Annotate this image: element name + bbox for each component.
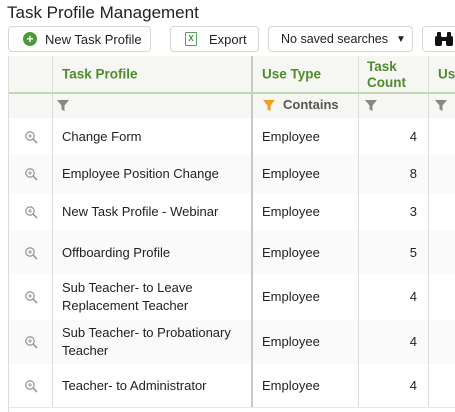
column-header-use-type[interactable]: Use Type (253, 56, 359, 92)
cell-use (429, 155, 455, 193)
filter-use-type-operator: Contains (283, 97, 339, 112)
cell-task-profile: Sub Teacher- to Probationary Teacher (53, 320, 253, 364)
column-header-use[interactable]: Use (429, 56, 455, 92)
view-cell[interactable] (9, 320, 53, 364)
toolbar: + New Task Profile X Export No saved sea… (0, 25, 455, 56)
zoom-icon[interactable] (24, 167, 38, 181)
cell-use-type: Employee (253, 320, 359, 364)
view-cell[interactable] (9, 231, 53, 274)
view-cell[interactable] (9, 364, 53, 407)
view-cell[interactable] (9, 118, 53, 155)
column-header-task-count[interactable]: Task Count (359, 56, 429, 92)
cell-task-count: 5 (359, 231, 429, 274)
filter-task-count[interactable] (359, 94, 429, 118)
new-task-profile-label: New Task Profile (45, 31, 142, 47)
cell-use (429, 320, 455, 364)
zoom-icon[interactable] (24, 335, 38, 349)
cell-task-count: 4 (359, 320, 429, 364)
cell-task-profile: Change Form (53, 118, 253, 155)
new-task-profile-button[interactable]: + New Task Profile (8, 26, 151, 52)
view-cell[interactable] (9, 193, 53, 231)
saved-searches-value: No saved searches (281, 32, 389, 46)
zoom-icon[interactable] (24, 246, 38, 260)
filter-icon[interactable] (263, 100, 275, 112)
header-spacer (9, 56, 53, 92)
filter-icon[interactable] (365, 100, 377, 112)
cell-task-profile: Offboarding Profile (53, 231, 253, 274)
cell-use (429, 193, 455, 231)
table-row[interactable]: Teacher- to Administrator Employee 4 (9, 364, 455, 408)
cell-use-type: Employee (253, 193, 359, 231)
zoom-icon[interactable] (24, 290, 38, 304)
cell-use-type: Employee (253, 118, 359, 155)
cell-use (429, 118, 455, 155)
cell-use (429, 231, 455, 274)
search-button[interactable] (422, 26, 455, 52)
cell-use-type: Employee (253, 364, 359, 407)
cell-task-profile: Teacher- to Administrator (53, 364, 253, 407)
chevron-down-icon: ▼ (396, 33, 406, 45)
page-title: Task Profile Management (7, 3, 199, 22)
table-row[interactable]: Offboarding Profile Employee 5 (9, 231, 455, 275)
cell-use-type: Employee (253, 274, 359, 320)
cell-task-count: 4 (359, 364, 429, 407)
zoom-icon[interactable] (24, 379, 38, 393)
cell-task-count: 8 (359, 155, 429, 193)
cell-use (429, 364, 455, 407)
table-row[interactable]: Sub Teacher- to Leave Replacement Teache… (9, 274, 455, 321)
excel-icon: X (185, 32, 197, 46)
task-profile-grid: Task Profile Use Type Task Count Use Con… (8, 56, 455, 412)
filter-task-profile[interactable] (53, 94, 253, 118)
column-header-task-profile[interactable]: Task Profile (53, 56, 253, 92)
export-label: Export (209, 31, 247, 47)
plus-circle-icon: + (23, 32, 37, 46)
cell-use (429, 274, 455, 320)
grid-filter-row: Contains (9, 94, 455, 119)
filter-icon[interactable] (435, 100, 447, 112)
grid-header-row: Task Profile Use Type Task Count Use (9, 56, 455, 94)
table-row[interactable]: Sub Teacher- to Probationary Teacher Empl… (9, 320, 455, 365)
cell-task-profile: Employee Position Change (53, 155, 253, 193)
binoculars-icon (435, 32, 453, 46)
table-row[interactable]: New Task Profile - Webinar Employee 3 (9, 193, 455, 232)
view-cell[interactable] (9, 155, 53, 193)
zoom-icon[interactable] (24, 130, 38, 144)
table-row[interactable]: Change Form Employee 4 (9, 118, 455, 156)
export-button[interactable]: X Export (170, 26, 259, 52)
saved-searches-select[interactable]: No saved searches ▼ (268, 26, 413, 52)
view-cell[interactable] (9, 274, 53, 320)
filter-use-type[interactable]: Contains (253, 94, 359, 118)
filter-icon[interactable] (57, 100, 69, 112)
table-row[interactable]: Employee Position Change Employee 8 (9, 155, 455, 194)
cell-use-type: Employee (253, 155, 359, 193)
cell-task-count: 4 (359, 274, 429, 320)
cell-task-profile: Sub Teacher- to Leave Replacement Teache… (53, 274, 253, 320)
cell-use-type: Employee (253, 231, 359, 274)
cell-task-count: 4 (359, 118, 429, 155)
filter-use[interactable] (429, 94, 455, 118)
cell-task-count: 3 (359, 193, 429, 231)
zoom-icon[interactable] (24, 205, 38, 219)
filter-spacer (9, 94, 53, 118)
cell-task-profile: New Task Profile - Webinar (53, 193, 253, 231)
